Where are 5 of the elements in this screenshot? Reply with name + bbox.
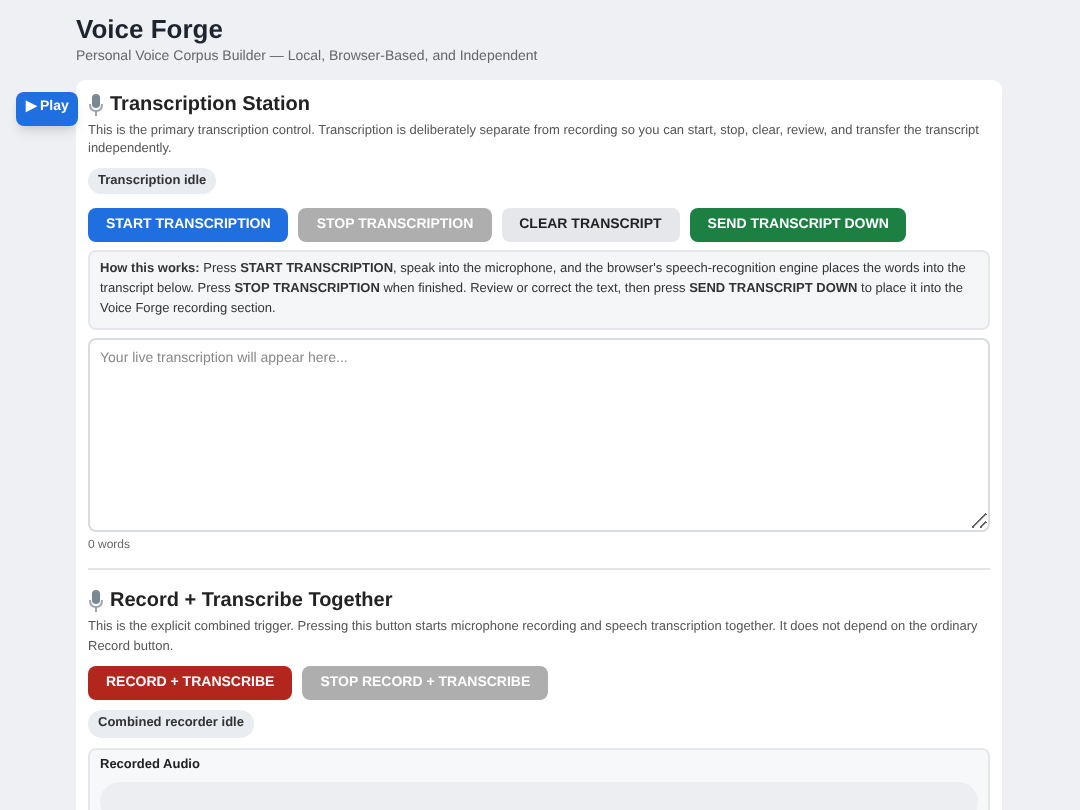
- section-title: Transcription Station: [110, 91, 311, 119]
- section-title: Record + Transcribe Together: [110, 588, 393, 617]
- microphone-icon: [88, 93, 104, 115]
- microphone-icon: [88, 590, 104, 613]
- app-title: Voice Forge: [76, 14, 225, 46]
